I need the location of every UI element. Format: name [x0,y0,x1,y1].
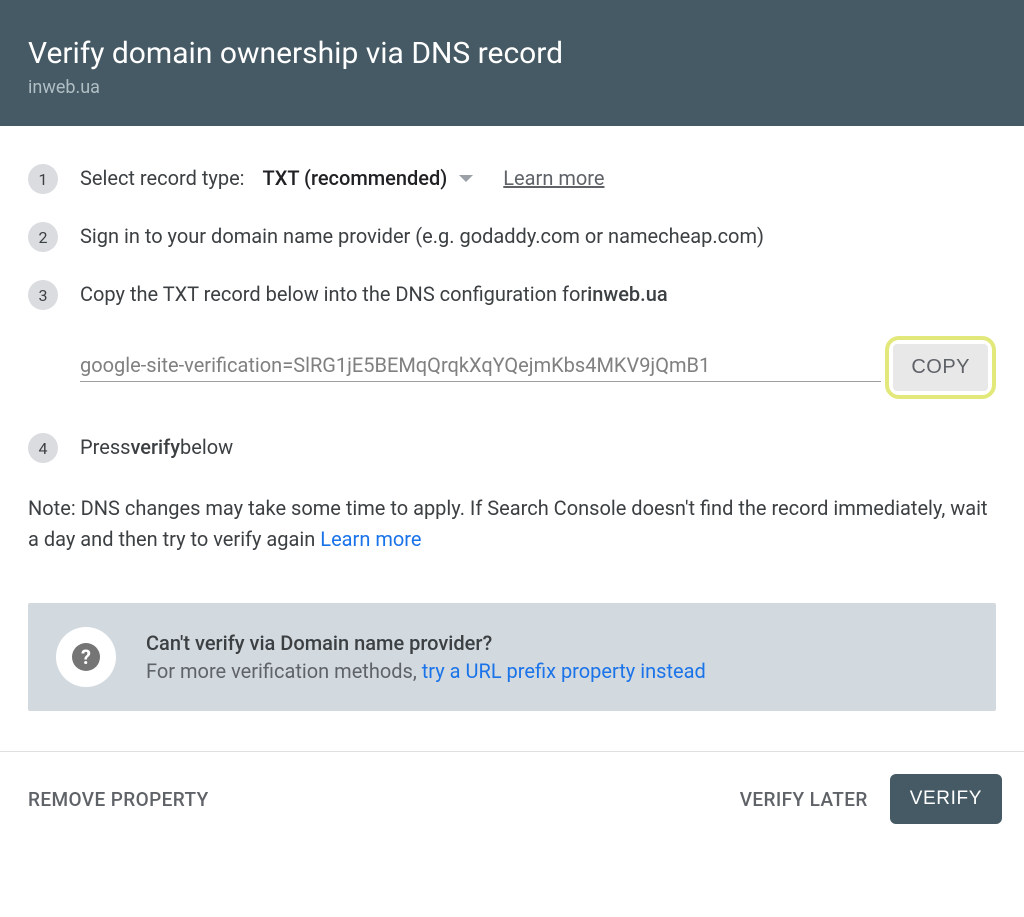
help-title: Can't verify via Domain name provider? [146,631,706,655]
step-number: 3 [28,280,58,310]
step-content: Sign in to your domain name provider (e.… [80,224,996,248]
dialog-subtitle: inweb.ua [28,77,996,98]
step-text-verify: verify [130,435,180,459]
help-link[interactable]: try a URL prefix property instead [422,659,706,683]
step-3: 3 Copy the TXT record below into the DNS… [28,282,996,310]
txt-record-value[interactable]: google-site-verification=SlRG1jE5BEMqQrq… [80,353,881,382]
dropdown-value: TXT (recommended) [263,166,448,190]
copy-button[interactable]: COPY [893,344,988,391]
help-text: For more verification methods, try a URL… [146,659,706,683]
step-content: Copy the TXT record below into the DNS c… [80,282,996,306]
dialog-footer: REMOVE PROPERTY VERIFY LATER VERIFY [0,751,1024,846]
note-text: Note: DNS changes may take some time to … [28,496,988,551]
note: Note: DNS changes may take some time to … [28,493,996,555]
txt-record-row: google-site-verification=SlRG1jE5BEMqQrq… [80,336,996,399]
step-text-press: Press [80,435,130,459]
step-2: 2 Sign in to your domain name provider (… [28,224,996,252]
dialog-header: Verify domain ownership via DNS record i… [0,0,1024,126]
verify-button[interactable]: VERIFY [890,774,1002,824]
remove-property-button[interactable]: REMOVE PROPERTY [28,788,209,811]
dialog-title: Verify domain ownership via DNS record [28,36,996,71]
step-number: 4 [28,433,58,463]
step-number: 1 [28,164,58,194]
step-4: 4 Press verify below [28,435,996,463]
copy-button-highlight: COPY [885,336,996,399]
question-icon: ? [72,643,100,671]
step-text: Sign in to your domain name provider (e.… [80,224,764,248]
verify-later-button[interactable]: VERIFY LATER [740,788,868,811]
step-number: 2 [28,222,58,252]
help-text-prefix: For more verification methods, [146,659,422,683]
step-1: 1 Select record type: TXT (recommended) … [28,166,996,194]
help-card: ? Can't verify via Domain name provider?… [28,603,996,711]
help-content: Can't verify via Domain name provider? F… [146,631,706,683]
learn-more-link[interactable]: Learn more [503,166,604,190]
dialog-content: 1 Select record type: TXT (recommended) … [0,126,1024,731]
step-text-prefix: Copy the TXT record below into the DNS c… [80,282,587,306]
chevron-down-icon [459,175,473,182]
step-label: Select record type: [80,166,245,190]
step-content: Press verify below [80,435,996,459]
note-learn-more-link[interactable]: Learn more [320,527,421,551]
help-icon-circle: ? [56,627,116,687]
step-text-below: below [180,435,233,459]
step-content: Select record type: TXT (recommended) Le… [80,166,996,190]
step-domain: inweb.ua [587,282,668,306]
record-type-dropdown[interactable]: TXT (recommended) [263,166,474,190]
